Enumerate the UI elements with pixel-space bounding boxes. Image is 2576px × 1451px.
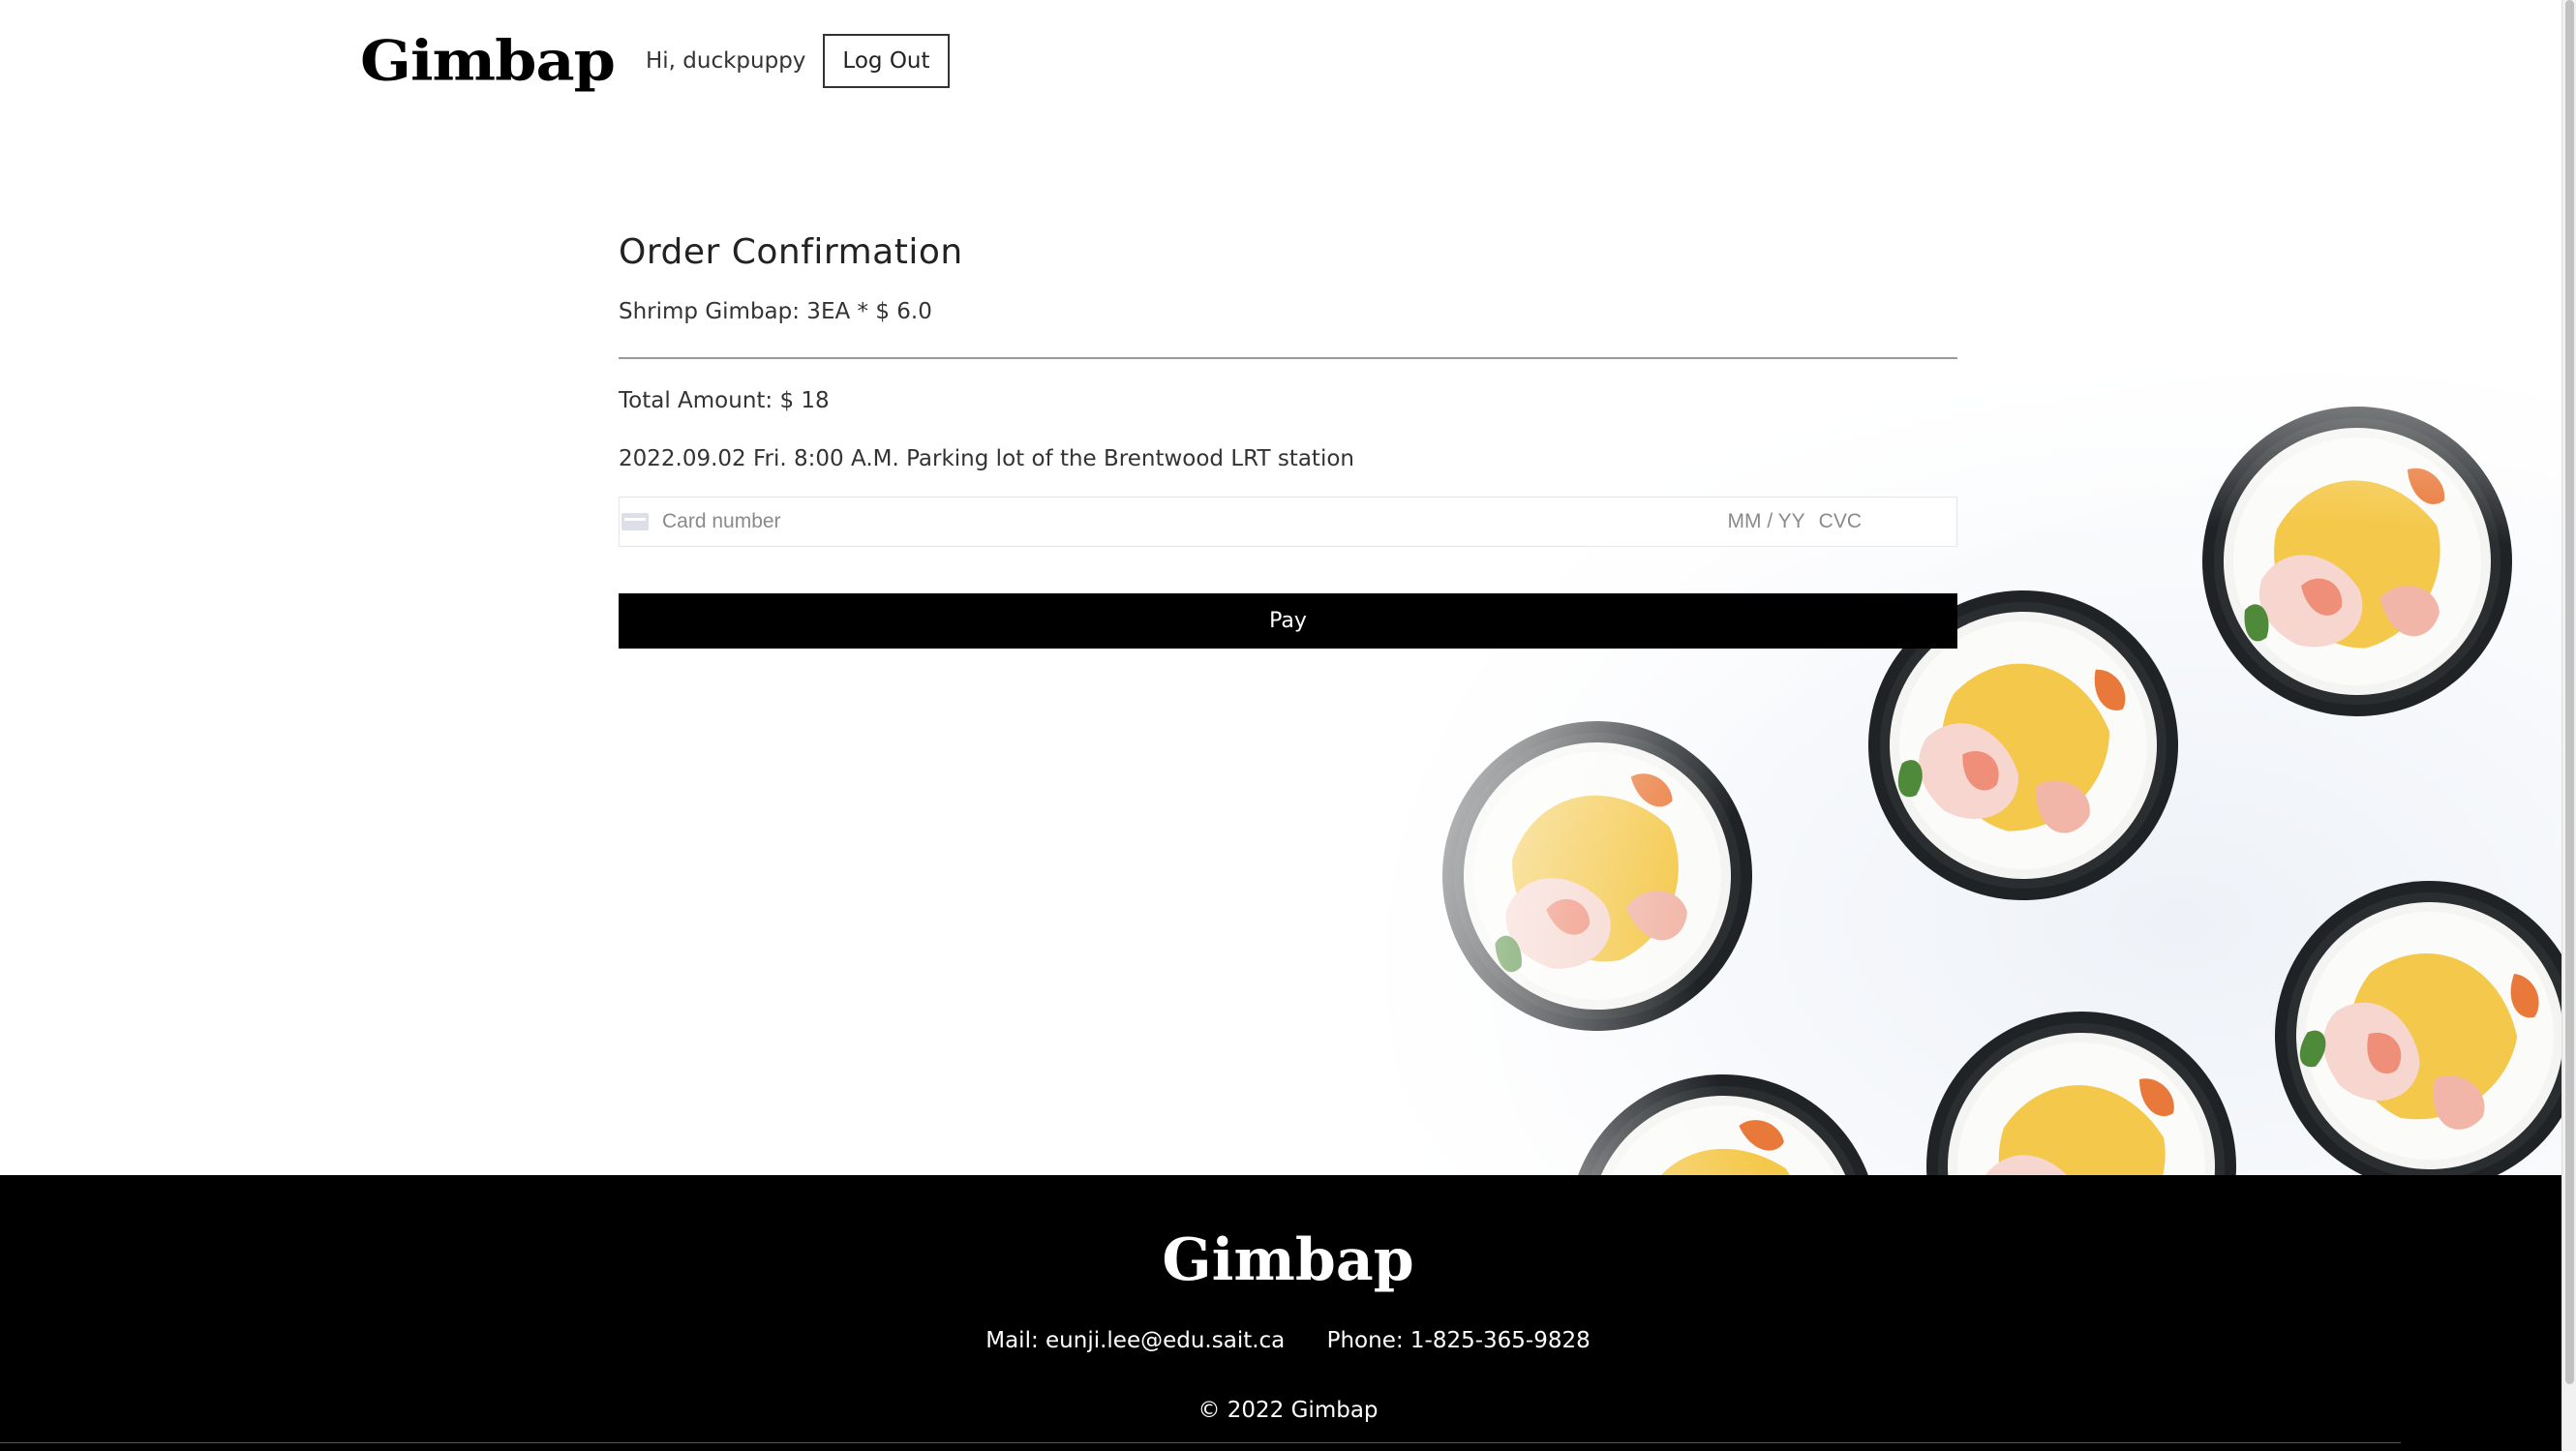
pickup-details: 2022.09.02 Fri. 8:00 A.M. Parking lot of…	[619, 446, 1354, 471]
footer-phone: Phone: 1-825-365-9828	[1326, 1328, 1591, 1353]
footer-logo: Gimbap	[1162, 1226, 1414, 1294]
logout-button[interactable]: Log Out	[823, 34, 950, 88]
card-number-field[interactable]: Card number	[662, 510, 1728, 533]
scrollbar-thumb[interactable]	[2565, 0, 2574, 1384]
credit-card-icon	[621, 513, 649, 530]
card-expiry-field[interactable]: MM / YY	[1728, 510, 1805, 533]
total-amount: Total Amount: $ 18	[619, 388, 830, 413]
order-item-line: Shrimp Gimbap: 3EA * $ 6.0	[619, 299, 932, 324]
footer-mail[interactable]: Mail: eunji.lee@edu.sait.ca	[985, 1328, 1285, 1353]
site-footer: Gimbap Mail: eunji.lee@edu.sait.ca Phone…	[0, 1175, 2576, 1451]
order-confirmation-panel: Order Confirmation Shrimp Gimbap: 3EA * …	[619, 232, 1957, 649]
card-input[interactable]: Card number MM / YY CVC	[619, 497, 1957, 547]
order-divider	[619, 357, 1957, 359]
card-cvc-field[interactable]: CVC	[1819, 510, 1862, 533]
user-greeting: Hi, duckpuppy	[645, 48, 806, 74]
footer-copyright: © 2022 Gimbap	[1197, 1398, 1379, 1423]
pay-button[interactable]: Pay	[619, 593, 1957, 649]
horizontal-scrollbar[interactable]	[0, 1442, 2401, 1451]
footer-contact: Mail: eunji.lee@edu.sait.ca Phone: 1-825…	[0, 1328, 2576, 1353]
site-header: Gimbap Hi, duckpuppy Log Out	[360, 27, 950, 95]
vertical-scrollbar[interactable]	[2561, 0, 2576, 1451]
site-logo[interactable]: Gimbap	[360, 33, 616, 88]
page-title: Order Confirmation	[619, 232, 963, 272]
